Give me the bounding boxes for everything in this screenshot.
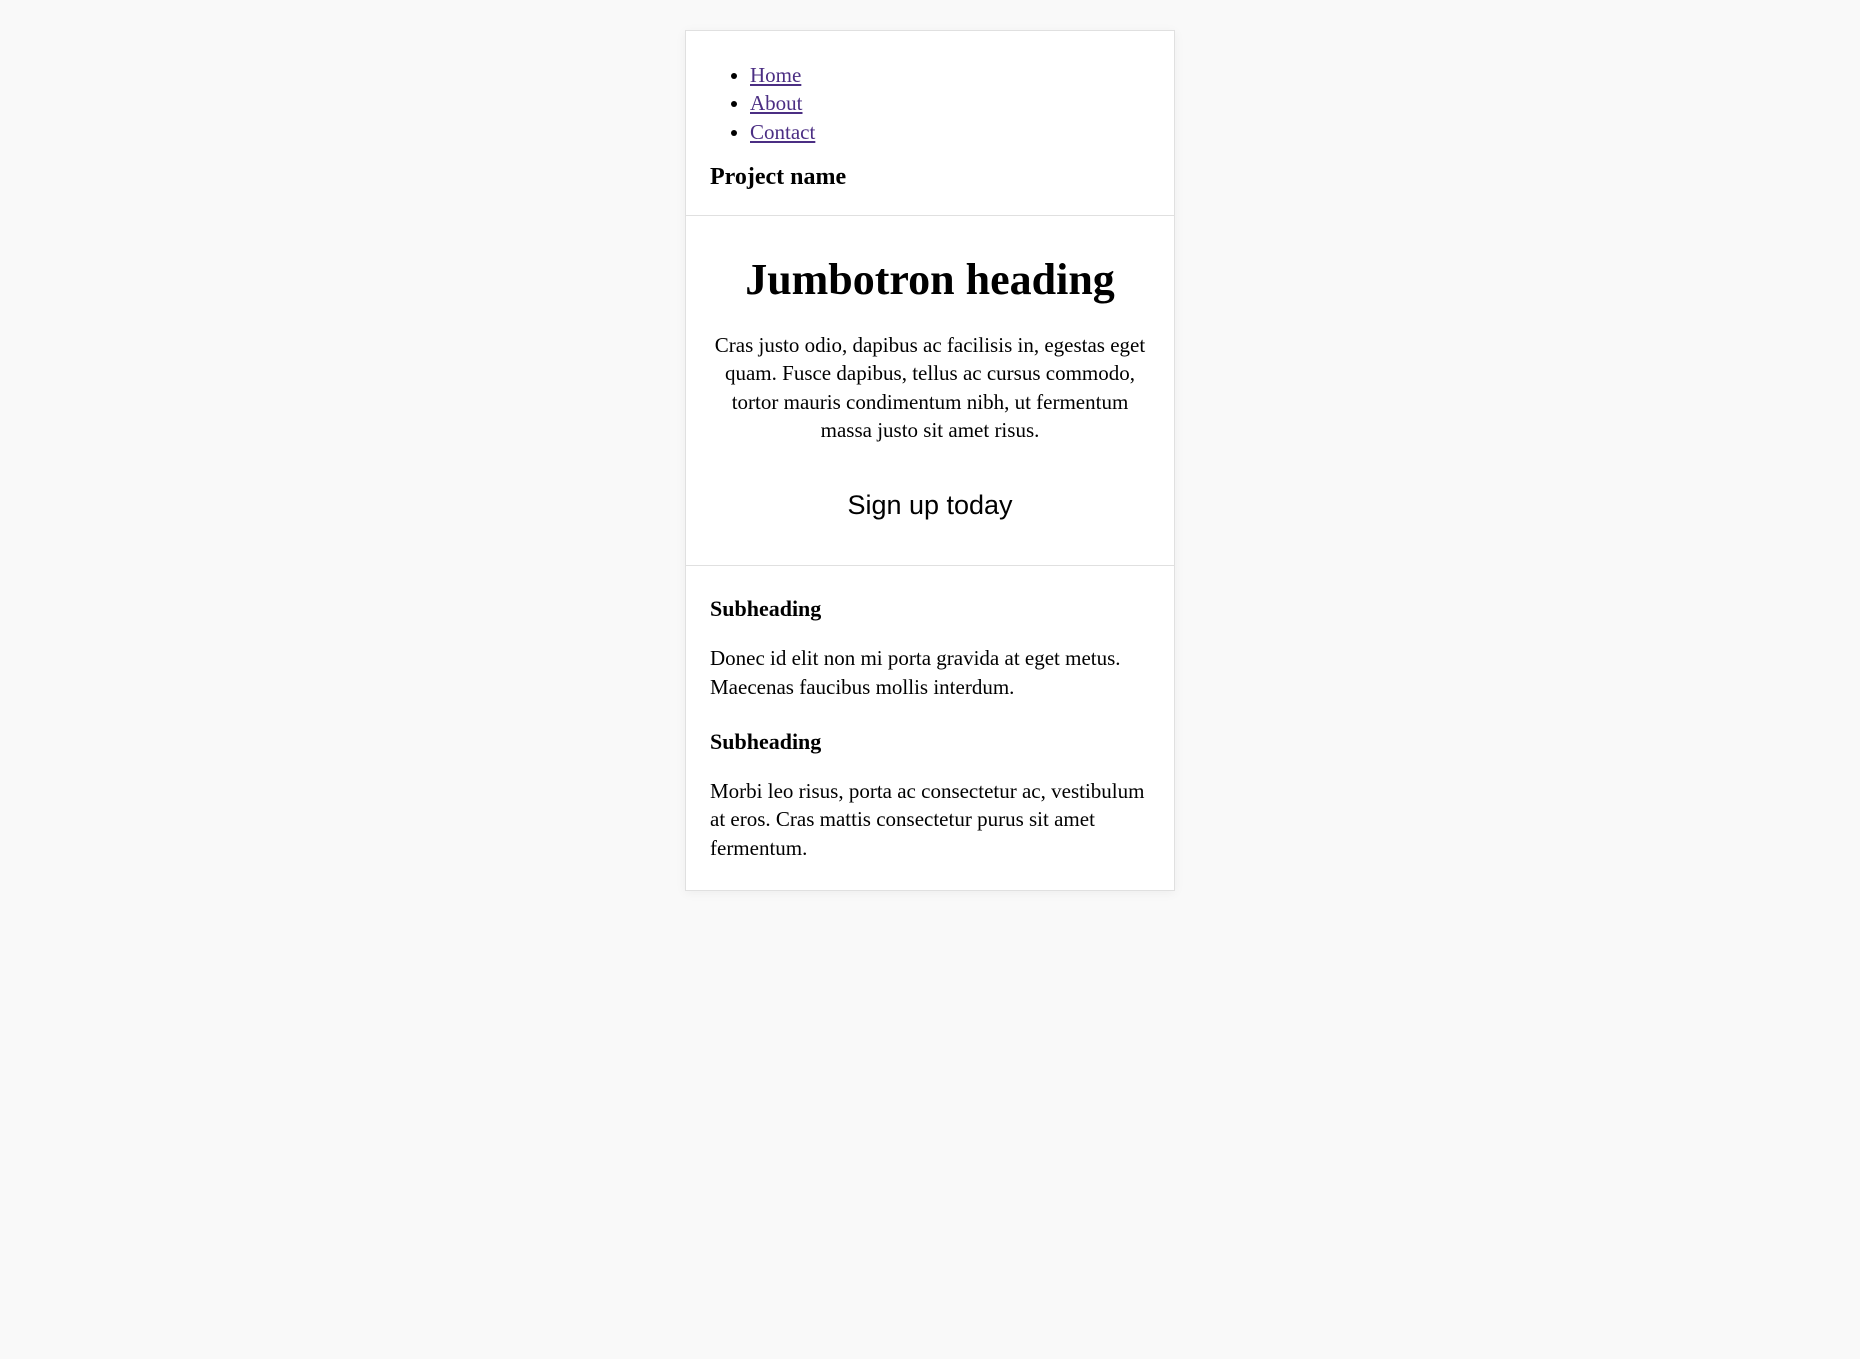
nav-link-contact[interactable]: Contact — [750, 120, 815, 144]
jumbotron: Jumbotron heading Cras justo odio, dapib… — [686, 216, 1174, 566]
header: Home About Contact Project name — [686, 31, 1174, 216]
jumbotron-heading: Jumbotron heading — [710, 254, 1150, 305]
nav-list: Home About Contact — [710, 61, 1150, 146]
section-1: Subheading Donec id elit non mi porta gr… — [710, 596, 1150, 701]
nav-item-about: About — [750, 89, 1150, 117]
nav-item-home: Home — [750, 61, 1150, 89]
section-2-title: Subheading — [710, 729, 1150, 755]
brand-title: Project name — [710, 164, 1150, 191]
nav-link-about[interactable]: About — [750, 91, 803, 115]
signup-button[interactable]: Sign up today — [829, 482, 1030, 529]
page-container: Home About Contact Project name Jumbotro… — [685, 30, 1175, 891]
section-1-body: Donec id elit non mi porta gravida at eg… — [710, 644, 1150, 701]
section-2-body: Morbi leo risus, porta ac consectetur ac… — [710, 777, 1150, 862]
content: Subheading Donec id elit non mi porta gr… — [686, 566, 1174, 862]
nav: Home About Contact — [710, 61, 1150, 146]
section-1-title: Subheading — [710, 596, 1150, 622]
nav-item-contact: Contact — [750, 118, 1150, 146]
section-2: Subheading Morbi leo risus, porta ac con… — [710, 729, 1150, 862]
jumbotron-lead: Cras justo odio, dapibus ac facilisis in… — [710, 331, 1150, 444]
nav-link-home[interactable]: Home — [750, 63, 801, 87]
